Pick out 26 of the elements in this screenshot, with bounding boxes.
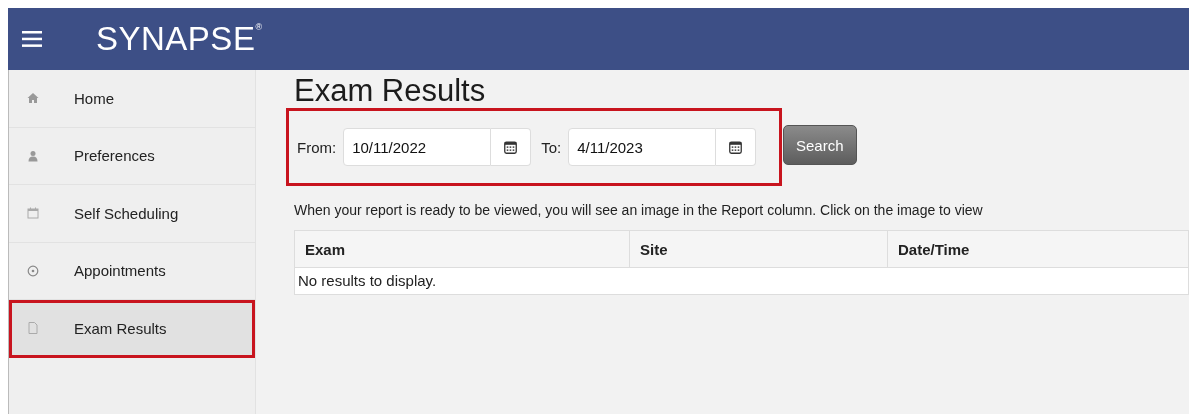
- calendar-icon: [729, 140, 743, 154]
- from-date-field[interactable]: 10/11/2022: [343, 128, 492, 166]
- calendar-icon: [504, 140, 518, 154]
- clock-icon: [27, 264, 39, 277]
- page-title: Exam Results: [294, 74, 487, 108]
- search-button[interactable]: Search: [783, 125, 857, 165]
- sidebar-item[interactable]: Preferences: [9, 127, 255, 185]
- sidebar-item[interactable]: Exam Results: [9, 300, 255, 358]
- from-label: From:: [297, 138, 337, 156]
- calendar-button[interactable]: [716, 128, 757, 166]
- menu-icon[interactable]: [22, 31, 42, 47]
- to-label: To:: [541, 138, 562, 156]
- column-header: Exam: [295, 231, 630, 267]
- calendar-icon: [27, 207, 39, 220]
- empty-message: No results to display.: [294, 268, 1189, 295]
- sidebar-item[interactable]: Self Scheduling: [9, 185, 255, 243]
- column-header: Site: [630, 231, 888, 267]
- home-icon: [27, 92, 39, 105]
- to-date-field[interactable]: 4/11/2023: [568, 128, 717, 166]
- sidebar-item[interactable]: Home: [9, 70, 255, 128]
- document-icon: [27, 322, 39, 335]
- logo: SYNAPSE$^{®}$: [96, 20, 263, 58]
- column-header: Date/Time: [897, 239, 971, 260]
- person-icon: [27, 149, 39, 162]
- instruction-text: When your report is ready to be viewed, you will see an image in the Report column. Click on the image to view: [294, 202, 984, 218]
- calendar-button[interactable]: [491, 128, 532, 166]
